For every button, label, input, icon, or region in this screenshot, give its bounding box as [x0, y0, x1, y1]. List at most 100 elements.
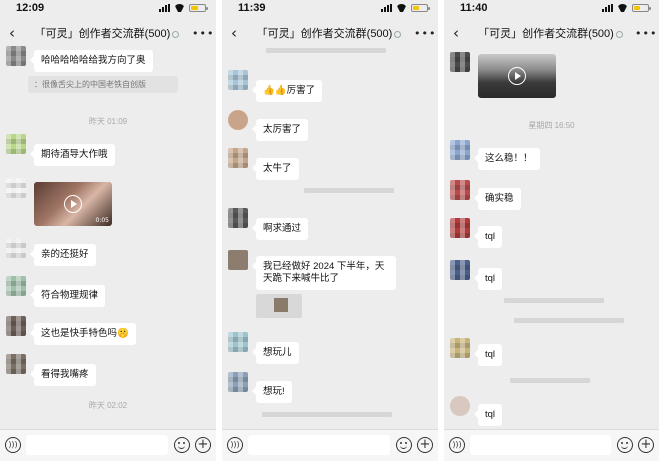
status-bar: 11:39 — [222, 0, 438, 18]
status-bar: 11:40 — [444, 0, 659, 18]
plus-icon[interactable]: + — [417, 437, 433, 453]
message-bubble[interactable]: tql — [473, 226, 503, 248]
avatar[interactable] — [228, 208, 248, 228]
signal-icon — [381, 4, 392, 12]
avatar[interactable] — [450, 338, 470, 358]
avatar[interactable] — [228, 148, 248, 168]
message-bubble[interactable]: 👍👍厉害了 — [251, 80, 323, 102]
message-bubble[interactable]: 哈哈哈哈哈给我方向了奥 — [30, 50, 153, 72]
wifi-icon — [617, 4, 628, 12]
group-title-text: 「可灵」创作者交流群(500) — [256, 28, 393, 40]
group-title: 「可灵」创作者交流群(500) — [466, 25, 635, 41]
avatar[interactable] — [6, 316, 26, 336]
message-bubble[interactable]: 太牛了 — [252, 158, 299, 180]
message-input[interactable] — [248, 435, 390, 455]
video-message[interactable]: 0:05 — [34, 182, 112, 226]
chat-area[interactable]: 哈哈哈哈哈给我方向了奥 ：很像舌尖上的中国老铁自创版 昨天 01:09 期待酒导… — [0, 46, 216, 429]
video-message[interactable] — [478, 54, 556, 98]
image-message[interactable] — [256, 294, 302, 318]
avatar[interactable] — [450, 396, 470, 416]
message-bubble[interactable]: 这也是快手特色吗🤫 — [30, 323, 136, 345]
chat-header: ‹ 「可灵」创作者交流群(500) ••• — [0, 20, 216, 46]
mute-icon — [172, 30, 180, 38]
emoji-icon[interactable] — [396, 437, 412, 453]
chat-header: ‹ 「可灵」创作者交流群(500) ••• — [444, 20, 659, 46]
message-bubble[interactable]: 看得我嘴疼 — [30, 364, 96, 386]
message-input[interactable] — [26, 435, 168, 455]
message-bubble[interactable]: tql — [473, 344, 503, 366]
message-bubble[interactable]: 期待酒导大作哦 — [30, 144, 115, 166]
status-icons — [159, 4, 208, 12]
input-bar: ))) + — [222, 429, 438, 461]
plus-icon[interactable]: + — [195, 437, 211, 453]
voice-icon[interactable]: ))) — [449, 437, 465, 453]
chevron-left-icon[interactable]: ‹ — [224, 24, 244, 42]
timestamp: 昨天 01:09 — [88, 117, 128, 126]
avatar[interactable] — [228, 372, 248, 392]
message-bubble[interactable]: 想玩! — [252, 381, 292, 403]
phone-screen-2: 11:39 ‹ 「可灵」创作者交流群(500) ••• 👍👍厉害了 太厉害了 太… — [222, 0, 438, 461]
avatar[interactable] — [450, 140, 470, 160]
more-dots-icon[interactable]: ••• — [414, 27, 435, 40]
more-dots-icon[interactable]: ••• — [192, 27, 213, 40]
message-input[interactable] — [470, 435, 611, 455]
message-bubble[interactable]: 啊求通过 — [251, 218, 309, 240]
avatar[interactable] — [6, 276, 26, 296]
status-time: 12:09 — [16, 2, 45, 14]
message-bubble[interactable]: 确实稳 — [474, 188, 521, 210]
avatar[interactable] — [450, 260, 470, 280]
play-icon[interactable] — [508, 67, 526, 85]
wifi-icon — [396, 4, 407, 12]
chevron-left-icon[interactable]: ‹ — [2, 24, 22, 42]
redacted-text — [504, 298, 604, 303]
avatar[interactable] — [228, 110, 248, 130]
avatar[interactable] — [228, 332, 248, 352]
emoji-icon[interactable] — [617, 437, 633, 453]
battery-icon — [411, 4, 430, 12]
chat-header: ‹ 「可灵」创作者交流群(500) ••• — [222, 20, 438, 46]
voice-icon[interactable]: ))) — [5, 437, 21, 453]
message-bubble[interactable]: 亲的还挺好 — [30, 244, 96, 266]
video-duration: 0:05 — [95, 217, 109, 224]
message-bubble[interactable]: 符合物理规律 — [29, 285, 106, 307]
avatar[interactable] — [450, 52, 470, 72]
avatar[interactable] — [6, 134, 26, 154]
timestamp: 星期四 16:50 — [528, 121, 575, 130]
battery-icon — [632, 4, 651, 12]
avatar[interactable] — [228, 250, 248, 270]
group-title: 「可灵」创作者交流群(500) — [244, 25, 414, 41]
message-bubble[interactable]: 这么稳！！ — [474, 148, 540, 170]
avatar[interactable] — [6, 238, 26, 258]
message-bubble[interactable]: 我已经做好 2024 下半年，天天跪下来喊牛比了 — [252, 256, 396, 290]
redacted-text — [266, 48, 386, 53]
chat-area[interactable]: 👍👍厉害了 太厉害了 太牛了 啊求通过 我已经做好 2024 下半年，天天跪下来… — [222, 46, 438, 429]
group-title-text: 「可灵」创作者交流群(500) — [478, 28, 614, 40]
redacted-text — [262, 412, 392, 417]
signal-icon — [159, 4, 170, 12]
input-bar: ))) + — [444, 429, 659, 461]
status-icons — [381, 4, 430, 12]
avatar[interactable] — [6, 46, 26, 66]
more-dots-icon[interactable]: ••• — [635, 27, 656, 40]
input-bar: ))) + — [0, 429, 216, 461]
avatar[interactable] — [450, 180, 470, 200]
quoted-message[interactable]: ：很像舌尖上的中国老铁自创版 — [28, 76, 178, 93]
chevron-left-icon[interactable]: ‹ — [446, 24, 466, 42]
message-bubble[interactable]: 太厉害了 — [251, 119, 309, 141]
avatar[interactable] — [6, 354, 26, 374]
avatar[interactable] — [450, 218, 470, 238]
phone-screen-3: 11:40 ‹ 「可灵」创作者交流群(500) ••• 星期四 16:50 这么… — [444, 0, 659, 461]
voice-icon[interactable]: ))) — [227, 437, 243, 453]
avatar[interactable] — [6, 178, 26, 198]
message-bubble[interactable]: tql — [473, 404, 503, 426]
wifi-icon — [174, 4, 185, 12]
message-bubble[interactable]: tql — [473, 268, 503, 290]
avatar[interactable] — [228, 70, 248, 90]
message-bubble[interactable]: 想玩儿 — [252, 342, 299, 364]
chat-area[interactable]: 星期四 16:50 这么稳！！ 确实稳 tql tql tql tql — [444, 46, 659, 429]
status-time: 11:40 — [460, 2, 488, 14]
play-icon[interactable] — [64, 195, 82, 213]
phone-screen-1: 12:09 ‹ 「可灵」创作者交流群(500) ••• 哈哈哈哈哈给我方向了奥 … — [0, 0, 216, 461]
emoji-icon[interactable] — [174, 437, 190, 453]
plus-icon[interactable]: + — [638, 437, 654, 453]
